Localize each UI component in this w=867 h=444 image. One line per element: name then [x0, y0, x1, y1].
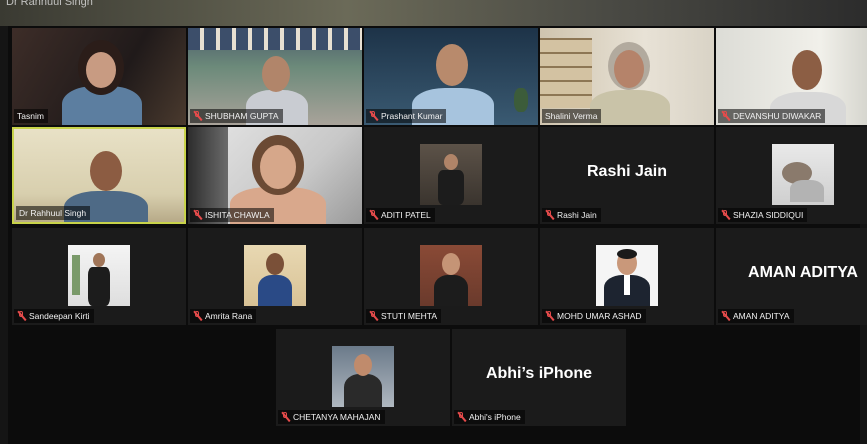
profile-photo [772, 144, 834, 205]
muted-mic-icon [545, 210, 554, 220]
participant-nameplate: Rashi Jain [542, 208, 601, 222]
participant-nameplate: SHUBHAM GUPTA [190, 109, 283, 123]
participant-tile-aman-aditya[interactable]: AMAN ADITYA AMAN ADITYA [716, 228, 867, 325]
participant-tile-amrita-rana[interactable]: Amrita Rana [188, 228, 362, 325]
participant-tile-ishita-chawla[interactable]: ISHITA CHAWLA [188, 127, 362, 224]
participant-nameplate: ISHITA CHAWLA [190, 208, 274, 222]
muted-mic-icon [721, 311, 730, 321]
muted-mic-icon [369, 111, 378, 121]
muted-mic-icon [193, 111, 202, 121]
profile-photo [68, 245, 130, 306]
participant-tile-prashant-kumar[interactable]: Prashant Kumar [364, 28, 538, 125]
participant-tile-aditi-patel[interactable]: ADITI PATEL [364, 127, 538, 224]
participant-tile-rashi-jain[interactable]: Rashi Jain Rashi Jain [540, 127, 714, 224]
profile-photo [332, 346, 394, 407]
muted-mic-icon [457, 412, 466, 422]
window-title-bar: Dr Rahhuul Singh [0, 0, 867, 26]
participant-nameplate: Sandeepan Kirti [14, 309, 94, 323]
participant-tile-dr-rahhuul-singh[interactable]: Dr Rahhuul Singh [12, 127, 186, 224]
muted-mic-icon [369, 311, 378, 321]
participant-nameplate: CHETANYA MAHAJAN [278, 410, 385, 424]
participant-nameplate: ADITI PATEL [366, 208, 435, 222]
muted-mic-icon [721, 111, 730, 121]
participant-nameplate: Tasnim [14, 109, 48, 123]
participant-nameplate: SHAZIA SIDDIQUI [718, 208, 808, 222]
participant-tile-chetanya-mahajan[interactable]: CHETANYA MAHAJAN [276, 329, 450, 426]
display-name-text: AMAN ADITYA [748, 264, 858, 281]
muted-mic-icon [369, 210, 378, 220]
muted-mic-icon [193, 311, 202, 321]
participant-tile-shazia-siddiqui[interactable]: SHAZIA SIDDIQUI [716, 127, 867, 224]
muted-mic-icon [17, 311, 26, 321]
profile-photo [420, 144, 482, 205]
display-name-text: Abhi’s iPhone [485, 365, 593, 382]
profile-photo [596, 245, 658, 306]
participant-nameplate: Abhi's iPhone [454, 410, 525, 424]
muted-mic-icon [193, 210, 202, 220]
participant-nameplate: MOHD UMAR ASHAD [542, 309, 646, 323]
participant-nameplate: Shalini Verma [542, 109, 602, 123]
participant-tile-mohd-umar-ashad[interactable]: MOHD UMAR ASHAD [540, 228, 714, 325]
participant-tile-shubham-gupta[interactable]: SHUBHAM GUPTA [188, 28, 362, 125]
participant-nameplate: DEVANSHU DIWAKAR [718, 109, 826, 123]
profile-photo [244, 245, 306, 306]
participant-tile-sandeepan-kirti[interactable]: Sandeepan Kirti [12, 228, 186, 325]
participant-nameplate: Prashant Kumar [366, 109, 447, 123]
participant-nameplate: Amrita Rana [190, 309, 257, 323]
participant-nameplate: AMAN ADITYA [718, 309, 794, 323]
muted-mic-icon [721, 210, 730, 220]
participant-nameplate: STUTI MEHTA [366, 309, 442, 323]
muted-mic-icon [281, 412, 290, 422]
display-name-text: Rashi Jain [586, 163, 668, 180]
profile-photo [420, 245, 482, 306]
participant-tile-stuti-mehta[interactable]: STUTI MEHTA [364, 228, 538, 325]
muted-mic-icon [545, 311, 554, 321]
participant-tile-devanshu-diwakar[interactable]: DEVANSHU DIWAKAR [716, 28, 867, 125]
participant-nameplate: Dr Rahhuul Singh [16, 206, 91, 220]
participant-tile-shalini-verma[interactable]: Shalini Verma [540, 28, 714, 125]
participant-tile-abhis-iphone[interactable]: Abhi’s iPhone Abhi's iPhone [452, 329, 626, 426]
participant-tile-tasnim[interactable]: Tasnim [12, 28, 186, 125]
gallery-view: Tasnim SHUBHAM GUPTA Prashant Kumar Shal… [8, 26, 867, 444]
window-title: Dr Rahhuul Singh [6, 0, 93, 8]
